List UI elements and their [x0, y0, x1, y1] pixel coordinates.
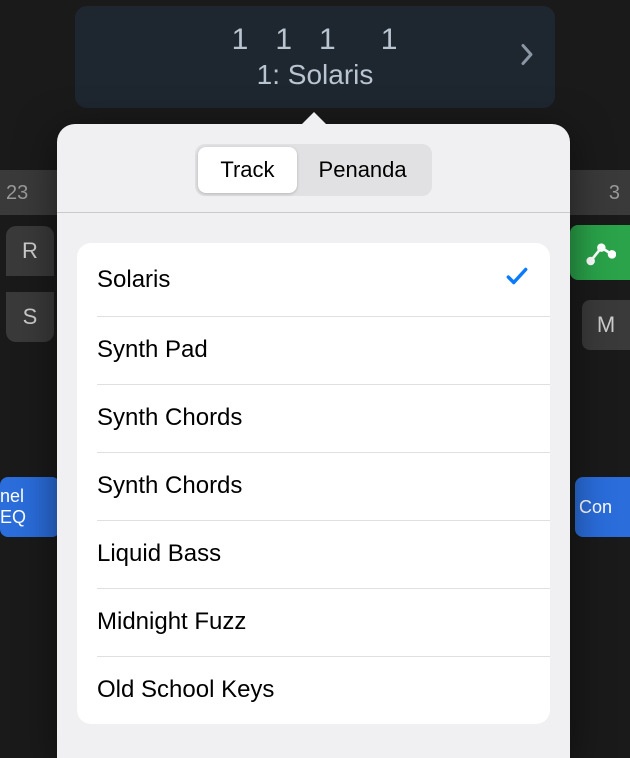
pos-beats: 1: [275, 23, 293, 57]
tab-penanda[interactable]: Penanda: [297, 147, 429, 193]
pos-ticks: 1: [381, 23, 399, 57]
segmented-control: Track Penanda: [195, 144, 431, 196]
lcd-display[interactable]: 1 1 1 1 1: Solaris: [75, 6, 555, 108]
track-row[interactable]: Synth Chords: [77, 452, 550, 520]
tab-track[interactable]: Track: [198, 147, 296, 193]
automation-icon: [584, 237, 616, 269]
track-label: Synth Pad: [97, 336, 208, 364]
chevron-right-icon: [519, 42, 535, 73]
automation-button[interactable]: [570, 225, 630, 280]
checkmark-icon: [504, 263, 530, 296]
track-label: Solaris: [97, 266, 170, 294]
track-label: Midnight Fuzz: [97, 608, 246, 636]
current-track-title: 1: Solaris: [257, 59, 374, 91]
compressor-plugin[interactable]: Con: [575, 477, 630, 537]
solo-button[interactable]: S: [6, 292, 54, 342]
track-label: Liquid Bass: [97, 540, 221, 568]
track-label: Old School Keys: [97, 676, 274, 704]
track-row[interactable]: Liquid Bass: [77, 520, 550, 588]
mute-button[interactable]: M: [582, 300, 630, 350]
record-button[interactable]: R: [6, 226, 54, 276]
ruler-mark-left: 23: [6, 182, 28, 205]
track-list: Solaris Synth Pad Synth Chords Synth Cho…: [77, 243, 550, 724]
track-row[interactable]: Synth Chords: [77, 384, 550, 452]
track-row[interactable]: Solaris: [77, 243, 550, 316]
track-label: Synth Chords: [97, 472, 242, 500]
pos-bars: 1: [232, 23, 250, 57]
ruler-mark-right: 3: [609, 182, 620, 205]
track-row[interactable]: Old School Keys: [77, 656, 550, 724]
position-display: 1 1 1 1: [232, 23, 399, 57]
track-label: Synth Chords: [97, 404, 242, 432]
track-selector-popover: Track Penanda Solaris Synth Pad Synth Ch…: [57, 124, 570, 758]
channel-eq-plugin[interactable]: nel EQ: [0, 477, 60, 537]
track-row[interactable]: Midnight Fuzz: [77, 588, 550, 656]
track-row[interactable]: Synth Pad: [77, 316, 550, 384]
pos-division: 1: [319, 23, 337, 57]
